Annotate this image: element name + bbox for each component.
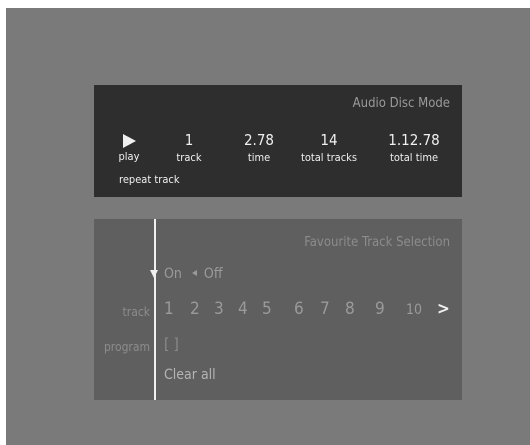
track-status: 1 track <box>169 131 209 165</box>
time-value: 2.78 <box>243 131 275 149</box>
track-option-9[interactable]: 9 <box>375 299 385 319</box>
total-tracks-status: 14 total tracks <box>294 131 364 165</box>
left-arrow-icon <box>191 270 197 276</box>
selection-cursor-line <box>154 219 156 400</box>
time-status: 2.78 time <box>234 131 284 165</box>
track-option-6[interactable]: 6 <box>294 299 304 319</box>
track-option-1[interactable]: 1 <box>164 299 174 319</box>
next-tracks-arrow-icon[interactable]: > <box>437 299 450 319</box>
total-time-status: 1.12.78 total time <box>379 131 449 165</box>
total-time-label: total time <box>389 151 439 164</box>
status-panel-title: Audio Disc Mode <box>352 96 450 111</box>
track-option-4[interactable]: 4 <box>238 299 248 319</box>
clear-all-button[interactable]: Clear all <box>164 367 216 383</box>
total-tracks-value: 14 <box>320 131 338 149</box>
favourite-panel-title: Favourite Track Selection <box>304 235 450 250</box>
track-option-8[interactable]: 8 <box>345 299 355 319</box>
program-slot[interactable]: [ ] <box>164 335 179 353</box>
track-label: track <box>176 151 202 164</box>
toggle-off-option[interactable]: Off <box>204 266 223 282</box>
toggle-on-option[interactable]: On <box>164 266 182 282</box>
cursor-down-arrow-icon <box>150 270 158 278</box>
track-option-3[interactable]: 3 <box>214 299 224 319</box>
total-time-value: 1.12.78 <box>388 131 440 149</box>
track-option-10[interactable]: 10 <box>406 302 422 318</box>
favourite-track-panel: Favourite Track Selection On Off track p… <box>94 219 462 400</box>
track-option-2[interactable]: 2 <box>190 299 200 319</box>
play-icon <box>122 134 136 148</box>
track-value: 1 <box>184 131 194 149</box>
screen-background: Audio Disc Mode play 1 track 2.78 time 1… <box>6 8 530 445</box>
audio-disc-status-panel: Audio Disc Mode play 1 track 2.78 time 1… <box>94 85 462 197</box>
track-option-5[interactable]: 5 <box>262 299 272 319</box>
time-label: time <box>247 151 271 164</box>
repeat-mode-label: repeat track <box>119 173 180 186</box>
total-tracks-label: total tracks <box>300 151 358 164</box>
track-row-label: track <box>122 305 150 319</box>
play-status[interactable]: play <box>109 132 149 163</box>
program-row-label: program <box>103 340 150 354</box>
play-label: play <box>118 150 140 163</box>
favourite-toggle[interactable]: On Off <box>164 266 223 282</box>
track-option-7[interactable]: 7 <box>320 299 330 319</box>
